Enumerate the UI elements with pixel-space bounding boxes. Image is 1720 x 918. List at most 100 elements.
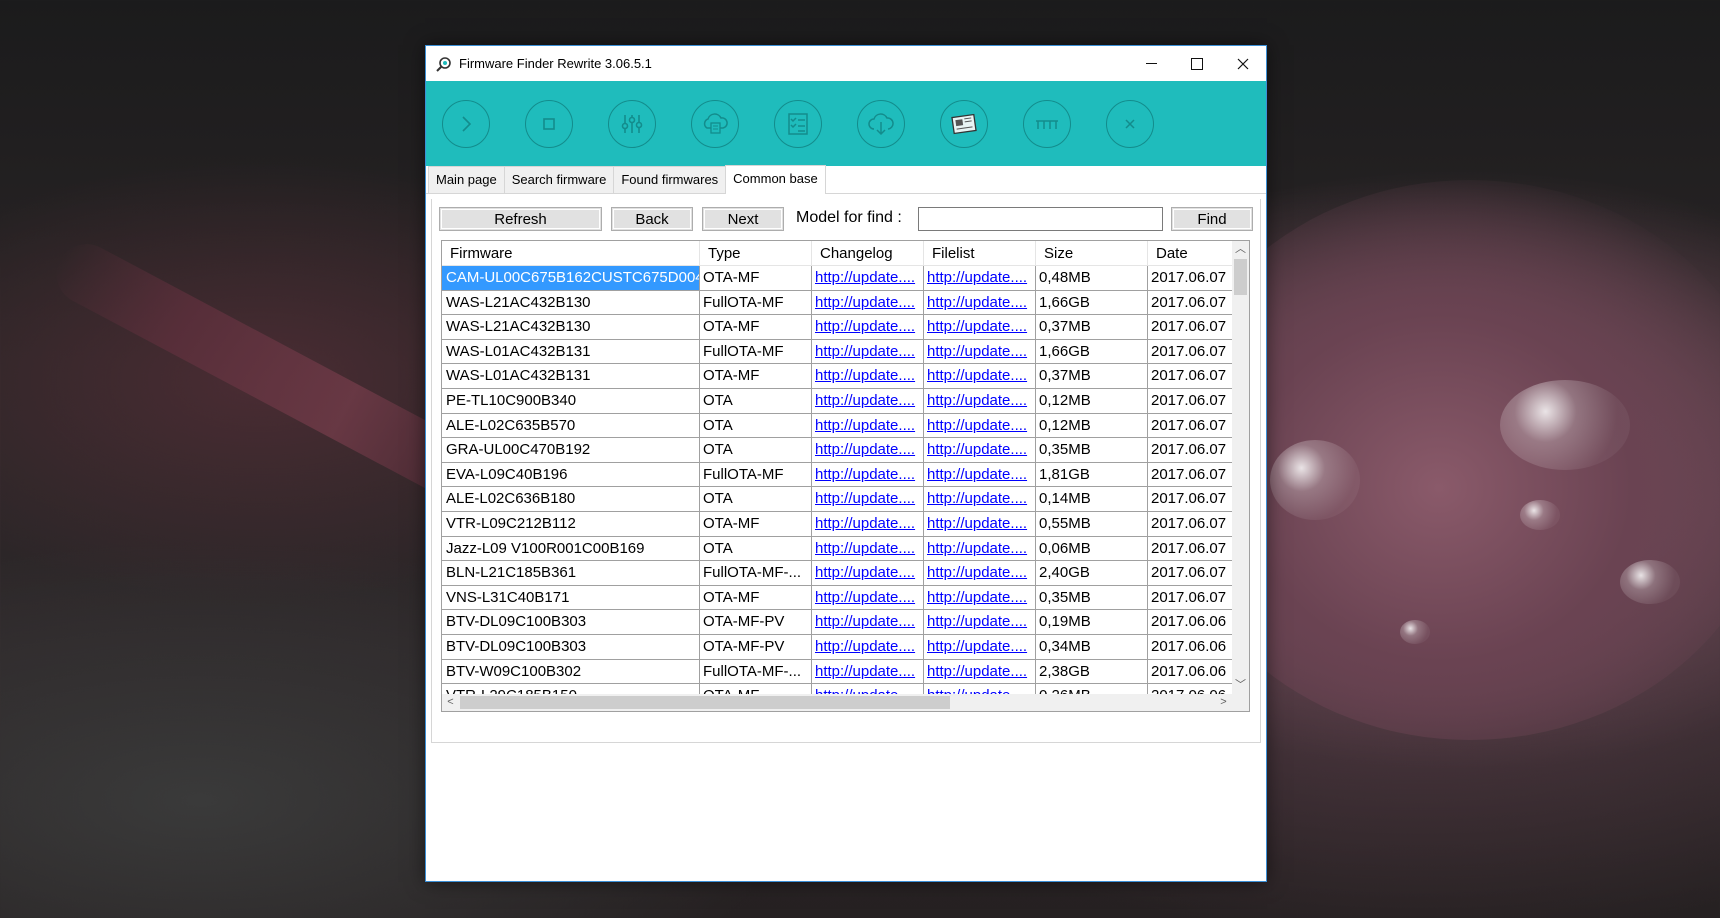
scroll-down-icon[interactable]: ﹀ <box>1232 677 1249 694</box>
back-button[interactable]: Back <box>611 207 693 231</box>
tab-common-base[interactable]: Common base <box>725 165 826 194</box>
cell-firmware[interactable]: GRA-UL00C470B192 <box>442 438 700 463</box>
cell-firmware[interactable]: BTV-W09C100B302 <box>442 659 700 685</box>
ruler-button[interactable] <box>1023 99 1071 148</box>
cell-filelist-link[interactable]: http://update.... <box>924 462 1036 488</box>
exit-button[interactable] <box>1106 99 1154 148</box>
cell-firmware[interactable]: WAS-L21AC432B130 <box>442 315 700 340</box>
cell-firmware[interactable]: ALE-L02C635B570 <box>442 413 700 439</box>
maximize-button[interactable] <box>1174 46 1220 81</box>
cell-firmware[interactable]: BTV-DL09C100B303 <box>442 610 700 635</box>
cell-changelog-link[interactable]: http://update.... <box>812 290 924 316</box>
model-search-input[interactable] <box>918 207 1163 231</box>
tab-main-page[interactable]: Main page <box>428 166 505 193</box>
vertical-scroll-thumb[interactable] <box>1234 259 1247 295</box>
firmware-table[interactable]: Firmware Type Changelog Filelist Size Da… <box>441 240 1250 712</box>
cell-changelog-link[interactable]: http://update.... <box>812 536 924 562</box>
title-bar[interactable]: Firmware Finder Rewrite 3.06.5.1 <box>426 46 1266 81</box>
table-row[interactable]: ALE-L02C635B570 OTA http://update.... http:… <box>442 413 1248 439</box>
column-header-size[interactable]: Size <box>1036 241 1148 266</box>
table-row[interactable]: VTR-L09C212B112 OTA-MF http://update.... ht… <box>442 511 1248 537</box>
column-header-changelog[interactable]: Changelog <box>812 241 924 266</box>
table-row[interactable]: BLN-L21C185B361 FullOTA-MF-... http://upda… <box>442 561 1248 586</box>
horizontal-scrollbar[interactable]: < > <box>442 694 1232 711</box>
cell-filelist-link[interactable]: http://update.... <box>924 511 1036 537</box>
cell-changelog-link[interactable]: http://update.... <box>812 462 924 488</box>
table-row[interactable]: WAS-L01AC432B131 OTA-MF http://update.... h… <box>442 364 1248 389</box>
table-row[interactable]: PE-TL10C900B340 OTA http://update.... http:… <box>442 388 1248 414</box>
cell-changelog-link[interactable]: http://update.... <box>812 511 924 537</box>
table-row[interactable]: ALE-L02C636B180 OTA http://update.... http:… <box>442 487 1248 512</box>
cell-filelist-link[interactable]: http://update.... <box>924 438 1036 463</box>
scroll-left-icon[interactable]: < <box>442 694 459 711</box>
cell-changelog-link[interactable]: http://update.... <box>812 388 924 414</box>
cell-firmware[interactable]: VTR-L09C212B112 <box>442 511 700 537</box>
cell-changelog-link[interactable]: http://update.... <box>812 266 924 291</box>
stop-button[interactable] <box>525 99 573 148</box>
cell-changelog-link[interactable]: http://update.... <box>812 610 924 635</box>
table-row[interactable]: EVA-L09C40B196 FullOTA-MF http://update...… <box>442 462 1248 488</box>
cell-firmware[interactable]: CAM-UL00C675B162CUSTC675D004 <box>442 266 700 291</box>
cell-firmware[interactable]: ALE-L02C636B180 <box>442 487 700 512</box>
cell-changelog-link[interactable]: http://update.... <box>812 585 924 611</box>
cell-changelog-link[interactable]: http://update.... <box>812 634 924 660</box>
cell-changelog-link[interactable]: http://update.... <box>812 438 924 463</box>
cell-firmware[interactable]: EVA-L09C40B196 <box>442 462 700 488</box>
cell-filelist-link[interactable]: http://update.... <box>924 315 1036 340</box>
cell-firmware[interactable]: PE-TL10C900B340 <box>442 388 700 414</box>
play-button[interactable] <box>442 99 490 148</box>
cell-filelist-link[interactable]: http://update.... <box>924 364 1036 389</box>
table-row[interactable]: BTV-DL09C100B303 OTA-MF-PV http://update..… <box>442 610 1248 635</box>
scroll-up-icon[interactable]: ︿ <box>1232 241 1249 258</box>
cell-changelog-link[interactable]: http://update.... <box>812 339 924 365</box>
news-button[interactable] <box>940 99 988 148</box>
cell-filelist-link[interactable]: http://update.... <box>924 561 1036 586</box>
cell-filelist-link[interactable]: http://update.... <box>924 487 1036 512</box>
cell-filelist-link[interactable]: http://update.... <box>924 634 1036 660</box>
cell-firmware[interactable]: WAS-L01AC432B131 <box>442 339 700 365</box>
cell-firmware[interactable]: BTV-DL09C100B303 <box>442 634 700 660</box>
cell-filelist-link[interactable]: http://update.... <box>924 413 1036 439</box>
table-row[interactable]: BTV-W09C100B302 FullOTA-MF-... http://upda… <box>442 659 1248 685</box>
table-row[interactable]: WAS-L01AC432B131 FullOTA-MF http://update.… <box>442 339 1248 365</box>
cell-changelog-link[interactable]: http://update.... <box>812 487 924 512</box>
cell-firmware[interactable]: VNS-L31C40B171 <box>442 585 700 611</box>
table-row[interactable]: WAS-L21AC432B130 FullOTA-MF http://update.… <box>442 290 1248 316</box>
cell-changelog-link[interactable]: http://update.... <box>812 315 924 340</box>
cell-firmware[interactable]: WAS-L01AC432B131 <box>442 364 700 389</box>
tab-found-firmwares[interactable]: Found firmwares <box>613 166 727 193</box>
download-button[interactable] <box>857 99 905 148</box>
cell-filelist-link[interactable]: http://update.... <box>924 536 1036 562</box>
table-row[interactable]: BTV-DL09C100B303 OTA-MF-PV http://update..… <box>442 634 1248 660</box>
cell-filelist-link[interactable]: http://update.... <box>924 610 1036 635</box>
table-row[interactable]: VNS-L31C40B171 OTA-MF http://update.... htt… <box>442 585 1248 611</box>
cloud-base-button[interactable] <box>691 99 739 148</box>
minimize-button[interactable] <box>1128 46 1174 81</box>
cell-filelist-link[interactable]: http://update.... <box>924 659 1036 685</box>
table-row[interactable]: CAM-UL00C675B162CUSTC675D004 OTA-MF http:/… <box>442 266 1248 291</box>
table-row[interactable]: WAS-L21AC432B130 OTA-MF http://update.... h… <box>442 315 1248 340</box>
settings-button[interactable] <box>608 99 656 148</box>
cell-firmware[interactable]: WAS-L21AC432B130 <box>442 290 700 316</box>
cell-changelog-link[interactable]: http://update.... <box>812 364 924 389</box>
scroll-right-icon[interactable]: > <box>1215 694 1232 711</box>
next-button[interactable]: Next <box>702 207 784 231</box>
cell-changelog-link[interactable]: http://update.... <box>812 413 924 439</box>
cell-firmware[interactable]: BLN-L21C185B361 <box>442 561 700 586</box>
find-button[interactable]: Find <box>1171 207 1253 231</box>
close-button[interactable] <box>1220 46 1266 81</box>
cell-changelog-link[interactable]: http://update.... <box>812 659 924 685</box>
cell-filelist-link[interactable]: http://update.... <box>924 266 1036 291</box>
tab-search-firmware[interactable]: Search firmware <box>503 166 615 193</box>
cell-filelist-link[interactable]: http://update.... <box>924 585 1036 611</box>
cell-filelist-link[interactable]: http://update.... <box>924 339 1036 365</box>
column-header-firmware[interactable]: Firmware <box>442 241 700 266</box>
cell-filelist-link[interactable]: http://update.... <box>924 290 1036 316</box>
column-header-type[interactable]: Type <box>700 241 812 266</box>
refresh-button[interactable]: Refresh <box>439 207 602 231</box>
checklist-button[interactable] <box>774 99 822 148</box>
table-row[interactable]: GRA-UL00C470B192 OTA http://update.... http… <box>442 438 1248 463</box>
cell-filelist-link[interactable]: http://update.... <box>924 388 1036 414</box>
horizontal-scroll-thumb[interactable] <box>460 696 950 709</box>
cell-changelog-link[interactable]: http://update.... <box>812 561 924 586</box>
